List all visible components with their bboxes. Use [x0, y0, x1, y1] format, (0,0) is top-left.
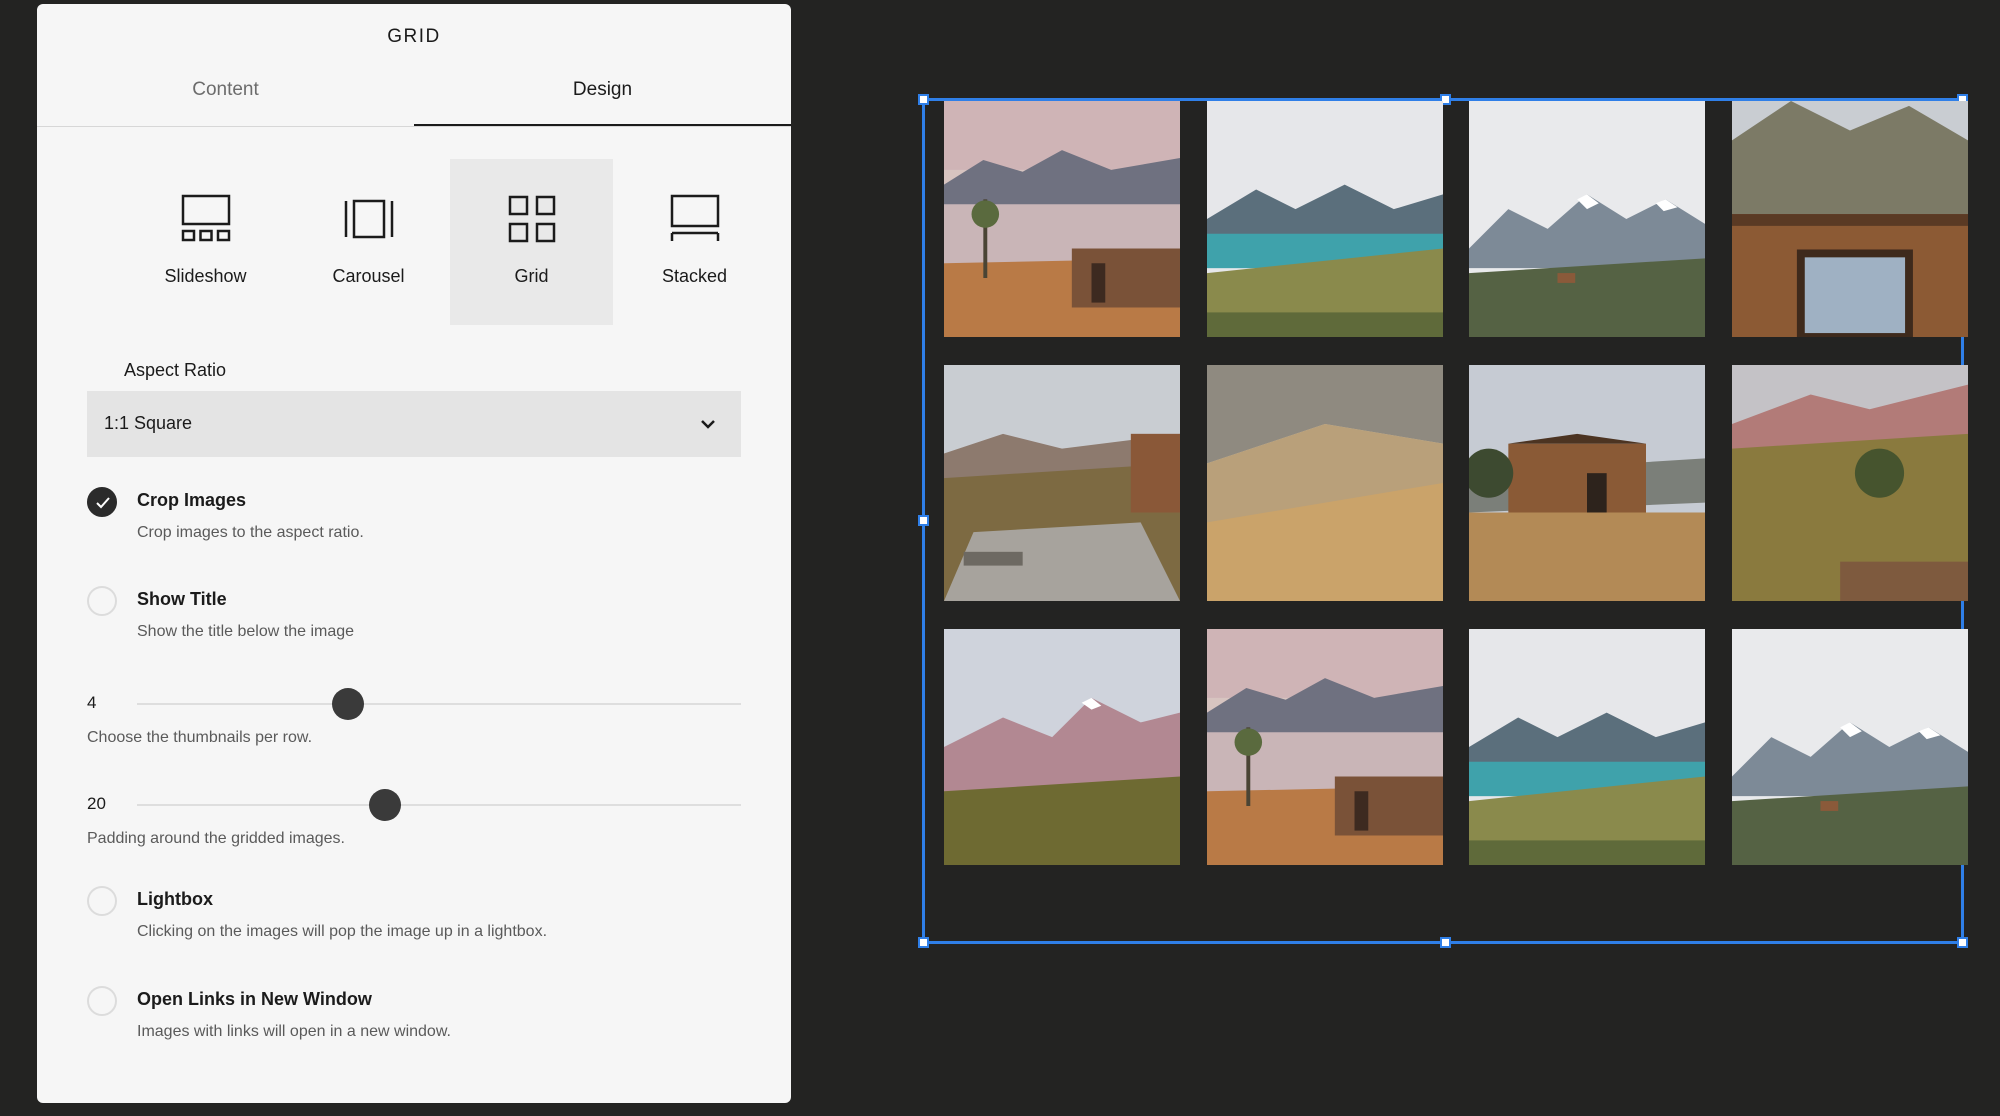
resize-handle-bottom-right[interactable] — [1957, 937, 1968, 948]
lightbox-checkbox[interactable] — [87, 886, 117, 916]
resize-handle-left[interactable] — [918, 515, 929, 526]
aspect-ratio-label: Aspect Ratio — [124, 360, 227, 380]
padding-slider-handle[interactable] — [368, 789, 401, 821]
open-links-description: Images with links will open in a new win… — [137, 1023, 451, 1040]
layout-label: Slideshow — [164, 266, 247, 286]
carousel-icon — [344, 199, 393, 239]
resize-handle-bottom[interactable] — [1440, 937, 1451, 948]
thumbnails-per-row-slider: 4 Choose the thumbnails per row. — [87, 688, 741, 755]
aspect-ratio-select[interactable]: 1:1 Square — [87, 391, 741, 457]
layout-label: Carousel — [332, 266, 405, 286]
lightbox-option: Lightbox Clicking on the images will pop… — [87, 886, 747, 956]
resize-handle-top-left[interactable] — [918, 94, 929, 105]
lightbox-title: Lightbox — [137, 889, 213, 909]
lake-cabin-photo[interactable] — [1206, 629, 1443, 865]
layout-option-slideshow[interactable]: Slideshow — [124, 159, 287, 325]
padding-value: 20 — [87, 794, 106, 813]
grid-icon — [508, 195, 555, 243]
hill-shrubs-photo[interactable] — [1732, 365, 1969, 601]
panel-title: GRID — [387, 26, 441, 47]
crop-images-title: Crop Images — [137, 490, 247, 510]
snowy-peaks-photo[interactable] — [1732, 629, 1969, 865]
tab-bar: Content Design — [37, 64, 791, 127]
resize-handle-bottom-left[interactable] — [918, 937, 929, 948]
pink-mountains-photo[interactable] — [944, 629, 1180, 865]
stacked-icon — [670, 194, 719, 241]
thumbnails-value: 4 — [87, 693, 97, 712]
show-title-title: Show Title — [137, 589, 227, 609]
wooden-cabin-photo[interactable] — [1469, 365, 1706, 601]
cabin-window-photo[interactable] — [1732, 101, 1969, 337]
thumbnails-slider-track[interactable] — [137, 688, 741, 720]
crop-images-description: Crop images to the aspect ratio. — [137, 524, 364, 541]
cabin-stone-steps-photo[interactable] — [944, 365, 1180, 601]
slideshow-icon — [181, 194, 230, 242]
layout-label: Stacked — [661, 266, 728, 286]
layout-picker: Slideshow Carousel Grid Stacked — [124, 159, 778, 325]
show-title-checkbox[interactable] — [87, 586, 117, 616]
layout-option-carousel[interactable]: Carousel — [287, 159, 450, 325]
lightbox-description: Clicking on the images will pop the imag… — [137, 923, 548, 940]
layout-label: Grid — [514, 266, 549, 286]
crop-images-checkbox[interactable] — [87, 487, 117, 517]
checkmark-icon — [96, 497, 110, 509]
snowy-peaks-photo[interactable] — [1469, 101, 1706, 337]
turquoise-lake-photo[interactable] — [1206, 101, 1443, 337]
chevron-down-icon — [701, 420, 715, 429]
padding-slider-track[interactable] — [137, 789, 741, 821]
turquoise-lake-photo[interactable] — [1469, 629, 1706, 865]
open-links-option: Open Links in New Window Images with lin… — [87, 986, 747, 1056]
thumbnails-description: Choose the thumbnails per row. — [87, 729, 313, 746]
grid-settings-panel: GRID Content Design Slideshow Carousel G… — [37, 4, 791, 1103]
padding-description: Padding around the gridded images. — [87, 830, 345, 847]
thumbnails-slider-handle[interactable] — [332, 688, 365, 720]
lake-cabin-photo[interactable] — [944, 101, 1180, 337]
crop-images-option: Crop Images Crop images to the aspect ra… — [87, 487, 747, 557]
tab-design[interactable]: Design — [414, 64, 791, 126]
show-title-option: Show Title Show the title below the imag… — [87, 586, 747, 656]
aspect-ratio-value: 1:1 Square — [104, 413, 193, 433]
padding-slider: 20 Padding around the gridded images. — [87, 789, 741, 856]
show-title-description: Show the title below the image — [137, 623, 355, 640]
layout-option-stacked[interactable]: Stacked — [613, 159, 776, 325]
grassy-hillside-photo[interactable] — [1206, 365, 1443, 601]
tab-content[interactable]: Content — [37, 64, 414, 126]
open-links-checkbox[interactable] — [87, 986, 117, 1016]
open-links-title: Open Links in New Window — [137, 989, 372, 1009]
layout-option-grid[interactable]: Grid — [450, 159, 613, 325]
